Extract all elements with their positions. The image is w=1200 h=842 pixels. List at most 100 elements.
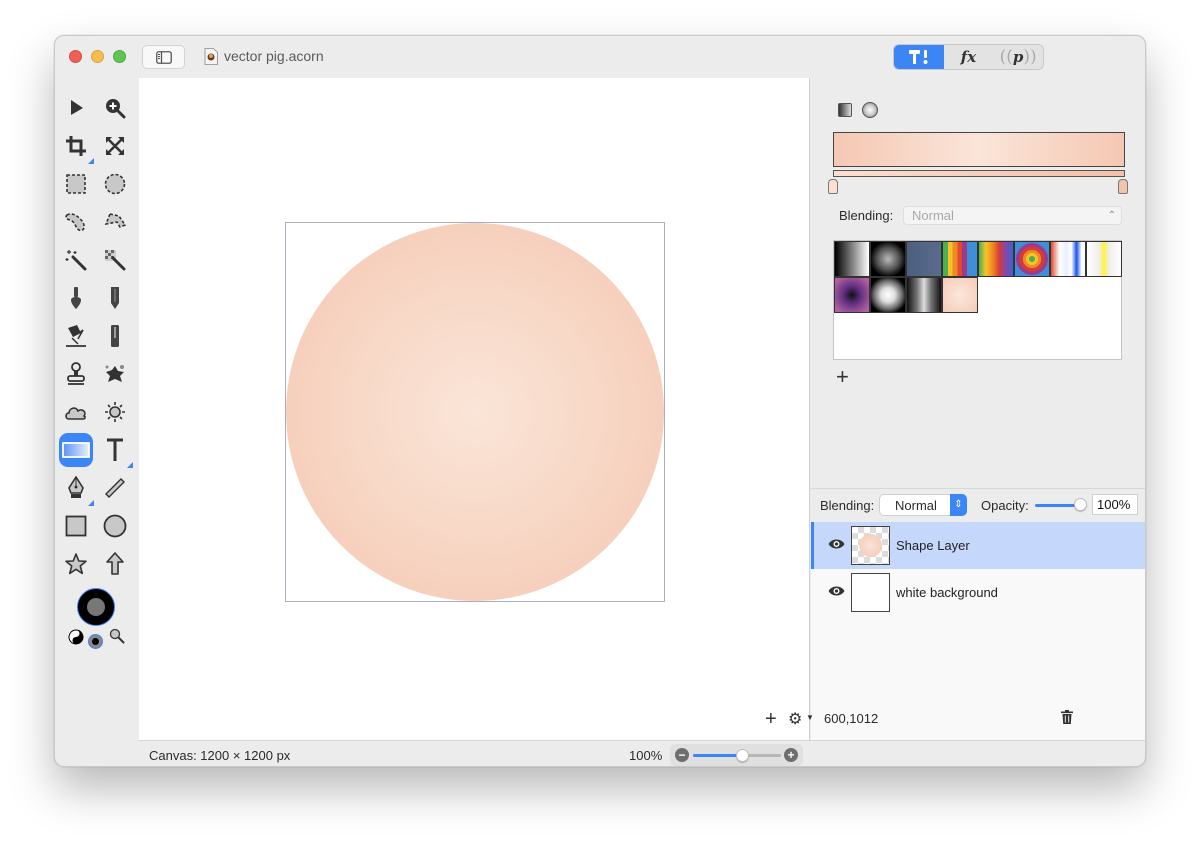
default-colors-button[interactable] xyxy=(88,634,103,649)
gear-icon[interactable]: ⚙ xyxy=(788,709,802,729)
gradient-preset-purple-radial[interactable] xyxy=(834,277,870,313)
gradient-preset-rainbow-stripes[interactable] xyxy=(942,241,978,277)
gradient-preset-rainbow-radial[interactable] xyxy=(1014,241,1050,277)
zoom-in-icon xyxy=(106,99,126,119)
gradient-stop-end[interactable] xyxy=(1118,179,1128,194)
gradient-stop-bar[interactable] xyxy=(833,170,1125,177)
document-canvas[interactable] xyxy=(285,222,665,602)
gradient-preset-peach-radial[interactable] xyxy=(942,277,978,313)
swap-colors-icon[interactable] xyxy=(68,629,84,645)
tool-rect-select[interactable] xyxy=(59,167,93,201)
dashed-rect-icon xyxy=(66,174,86,194)
zoom-slider[interactable] xyxy=(693,749,781,762)
gradient-preset-red-blue-transparent[interactable] xyxy=(1050,241,1086,277)
tool-select-arrow[interactable] xyxy=(59,91,93,125)
tool-zoom[interactable] xyxy=(98,91,132,125)
eraser-icon xyxy=(111,325,119,347)
tool-pencil[interactable] xyxy=(98,281,132,315)
gradient-stop-start[interactable] xyxy=(828,179,838,194)
brush-icon xyxy=(71,287,81,309)
tool-bezier-pen[interactable] xyxy=(59,471,94,506)
layer-thumbnail xyxy=(851,526,890,565)
tool-ellipse-select[interactable] xyxy=(98,167,132,201)
gradient-preset-white-radial-dark[interactable] xyxy=(870,277,906,313)
layer-name: Shape Layer xyxy=(896,538,970,553)
gradient-blending-select[interactable]: Normal ⌃ xyxy=(903,206,1122,225)
tool-star[interactable] xyxy=(59,547,93,581)
tool-lasso[interactable] xyxy=(59,205,93,239)
tool-instant-alpha[interactable] xyxy=(98,243,132,277)
submenu-indicator xyxy=(88,500,94,506)
tool-arrow[interactable] xyxy=(98,547,132,581)
tool-magic-wand[interactable] xyxy=(59,243,93,277)
radial-gradient-type-button[interactable] xyxy=(862,102,878,118)
layer-row[interactable]: white background xyxy=(811,569,1145,616)
add-layer-button[interactable]: + xyxy=(765,708,777,731)
tool-polygon-lasso[interactable] xyxy=(98,205,132,239)
trash-icon[interactable] xyxy=(1061,710,1073,724)
color-picker-magnifier-icon[interactable] xyxy=(109,628,125,644)
crop-icon xyxy=(66,136,86,156)
paint-bucket-icon xyxy=(66,325,86,347)
palette-label: ((p)) xyxy=(999,47,1037,67)
chevron-down-icon[interactable]: ▼ xyxy=(806,713,814,722)
gradient-preset-spectrum[interactable] xyxy=(978,241,1014,277)
gradient-preset-black-white-linear[interactable] xyxy=(834,241,870,277)
canvas-area[interactable] xyxy=(139,78,810,740)
tool-resize[interactable] xyxy=(98,129,132,163)
up-arrow-icon xyxy=(106,552,124,575)
canvas-size-label: Canvas: 1200 × 1200 px xyxy=(149,748,291,763)
tab-tools[interactable] xyxy=(894,45,944,69)
tool-blur[interactable] xyxy=(59,395,93,429)
add-gradient-preset-button[interactable]: + xyxy=(836,364,849,390)
toggle-sidebar-button[interactable] xyxy=(142,45,185,69)
cloud-icon xyxy=(65,407,86,420)
window-title: vector pig.acorn xyxy=(224,48,324,64)
pencil-icon xyxy=(111,287,119,309)
status-bar: Canvas: 1200 × 1200 px 100% − + xyxy=(139,740,1145,766)
zoom-in-button[interactable]: + xyxy=(784,748,798,762)
zoom-control: − + xyxy=(670,744,803,766)
layer-blending-select[interactable]: Normal ⇕ xyxy=(879,494,967,516)
sun-icon xyxy=(105,402,125,422)
gradient-preset-slate-blue[interactable] xyxy=(906,241,942,277)
tool-clone-stamp[interactable] xyxy=(59,357,93,391)
dashed-circle-icon xyxy=(104,173,126,195)
tab-effects[interactable]: fx xyxy=(944,45,994,69)
linear-gradient-type-button[interactable] xyxy=(838,103,852,117)
gradient-preset-yellow-transparent[interactable] xyxy=(1086,241,1122,277)
tool-eraser[interactable] xyxy=(98,319,132,353)
zoom-out-button[interactable]: − xyxy=(675,748,689,762)
zoom-window-button[interactable] xyxy=(113,50,126,63)
zoom-slider-thumb[interactable] xyxy=(736,749,750,762)
close-button[interactable] xyxy=(69,50,82,63)
tool-rectangle[interactable] xyxy=(59,509,93,543)
opacity-slider-thumb[interactable] xyxy=(1074,498,1087,511)
tool-dodge-burn[interactable] xyxy=(98,395,132,429)
magic-wand-icon xyxy=(65,250,87,271)
tool-brush[interactable] xyxy=(59,281,93,315)
tool-smudge[interactable] xyxy=(98,357,132,391)
minimize-button[interactable] xyxy=(91,50,104,63)
lasso-icon xyxy=(65,213,85,232)
hammer-brush-icon xyxy=(908,50,928,64)
tab-palette[interactable]: ((p)) xyxy=(993,45,1043,69)
toolbox xyxy=(55,78,139,740)
tool-paint-bucket[interactable] xyxy=(59,319,93,353)
tool-text[interactable] xyxy=(98,433,133,468)
rectangle-icon xyxy=(65,515,87,537)
stroke-fill-color-well[interactable] xyxy=(77,588,115,626)
gradient-preset-black-radial[interactable] xyxy=(870,241,906,277)
arrow-pointer-icon xyxy=(71,100,83,115)
opacity-field[interactable]: 100% xyxy=(1092,494,1138,515)
eye-icon[interactable] xyxy=(828,538,845,550)
gradient-circle-shape[interactable] xyxy=(286,223,664,601)
tool-oval[interactable] xyxy=(98,509,132,543)
tool-line[interactable] xyxy=(98,471,132,505)
tool-crop[interactable] xyxy=(59,129,94,164)
eye-icon[interactable] xyxy=(828,585,845,597)
layer-row[interactable]: Shape Layer xyxy=(811,522,1145,569)
layers-header: Blending: Normal ⇕ Opacity: 100% xyxy=(811,488,1145,522)
gradient-preset-gray-transparent[interactable] xyxy=(906,277,942,313)
tool-gradient[interactable] xyxy=(59,433,93,467)
